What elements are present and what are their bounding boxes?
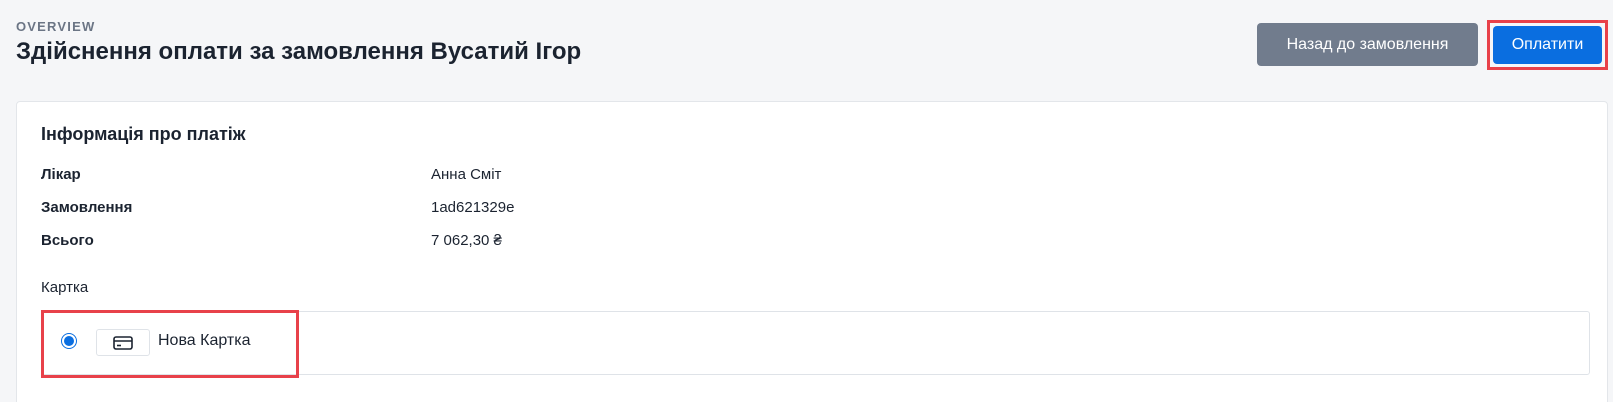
credit-card-icon: [96, 329, 150, 356]
total-value: 7 062,30 ₴: [431, 232, 502, 249]
doctor-value: Анна Сміт: [431, 166, 502, 183]
card-label: Картка: [41, 279, 89, 296]
pay-button-highlight: Оплатити: [1487, 20, 1608, 70]
doctor-label: Лікар: [41, 166, 81, 183]
payment-page: OVERVIEW Здійснення оплати за замовлення…: [0, 0, 1613, 402]
order-value: 1ad621329e: [431, 199, 515, 216]
card-option-new-card[interactable]: Нова Картка: [41, 310, 299, 378]
total-label: Всього: [41, 232, 94, 249]
new-card-label: Нова Картка: [158, 332, 251, 349]
card-options-box: Нова Картка: [41, 310, 1590, 378]
section-title: Інформація про платіж: [41, 124, 246, 144]
pay-button[interactable]: Оплатити: [1493, 26, 1602, 64]
payment-info-card: Інформація про платіж Лікар Анна Сміт За…: [16, 101, 1608, 402]
page-title: Здійснення оплати за замовлення Вусатий …: [16, 38, 582, 65]
order-label: Замовлення: [41, 199, 133, 216]
new-card-radio[interactable]: [61, 333, 77, 349]
page-eyebrow: OVERVIEW: [16, 19, 96, 34]
back-to-order-button[interactable]: Назад до замовлення: [1257, 23, 1478, 66]
